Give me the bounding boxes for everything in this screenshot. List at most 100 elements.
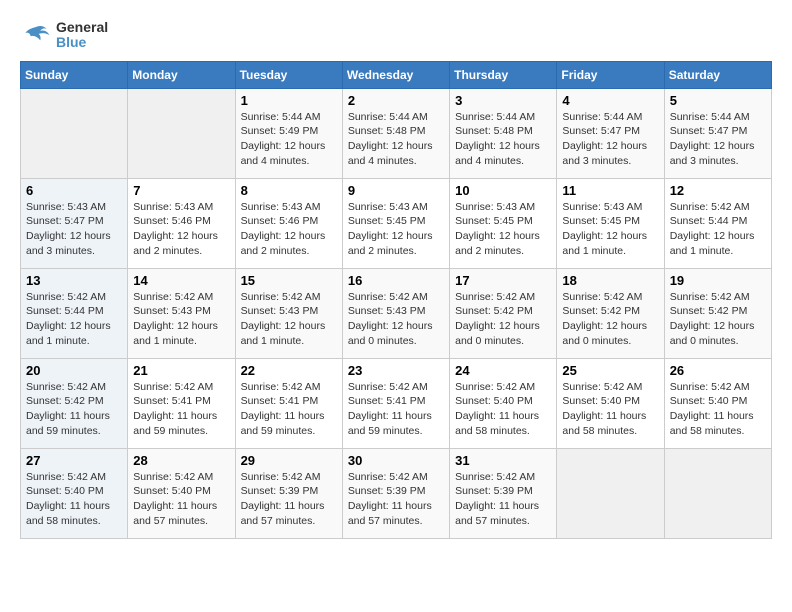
day-info: Sunrise: 5:42 AM Sunset: 5:42 PM Dayligh…: [670, 290, 766, 349]
day-info: Sunrise: 5:44 AM Sunset: 5:48 PM Dayligh…: [348, 110, 444, 169]
day-info: Sunrise: 5:43 AM Sunset: 5:46 PM Dayligh…: [133, 200, 229, 259]
day-number: 20: [26, 363, 122, 378]
calendar-cell: 22 Sunrise: 5:42 AM Sunset: 5:41 PM Dayli…: [235, 358, 342, 448]
day-number: 8: [241, 183, 337, 198]
calendar-cell: 27 Sunrise: 5:42 AM Sunset: 5:40 PM Dayli…: [21, 448, 128, 538]
calendar-cell: 6 Sunrise: 5:43 AM Sunset: 5:47 PM Daylig…: [21, 178, 128, 268]
calendar-cell: 7 Sunrise: 5:43 AM Sunset: 5:46 PM Daylig…: [128, 178, 235, 268]
calendar-cell: 30 Sunrise: 5:42 AM Sunset: 5:39 PM Dayli…: [342, 448, 449, 538]
calendar-cell: 23 Sunrise: 5:42 AM Sunset: 5:41 PM Dayli…: [342, 358, 449, 448]
day-number: 25: [562, 363, 658, 378]
day-number: 12: [670, 183, 766, 198]
day-info: Sunrise: 5:42 AM Sunset: 5:40 PM Dayligh…: [133, 470, 229, 529]
day-number: 2: [348, 93, 444, 108]
day-number: 30: [348, 453, 444, 468]
calendar-cell: 9 Sunrise: 5:43 AM Sunset: 5:45 PM Daylig…: [342, 178, 449, 268]
day-number: 21: [133, 363, 229, 378]
day-info: Sunrise: 5:43 AM Sunset: 5:45 PM Dayligh…: [455, 200, 551, 259]
day-number: 18: [562, 273, 658, 288]
logo: General Blue: [20, 20, 108, 51]
calendar-cell: 28 Sunrise: 5:42 AM Sunset: 5:40 PM Dayli…: [128, 448, 235, 538]
calendar-body: 1 Sunrise: 5:44 AM Sunset: 5:49 PM Daylig…: [21, 88, 772, 538]
day-info: Sunrise: 5:42 AM Sunset: 5:42 PM Dayligh…: [26, 380, 122, 439]
day-info: Sunrise: 5:44 AM Sunset: 5:47 PM Dayligh…: [562, 110, 658, 169]
page-header: General Blue: [20, 20, 772, 51]
calendar-cell: 15Sunrise: 5:42 AM Sunset: 5:43 PM Dayli…: [235, 268, 342, 358]
day-number: 23: [348, 363, 444, 378]
day-number: 26: [670, 363, 766, 378]
weekday-header-friday: Friday: [557, 61, 664, 88]
calendar-cell: [557, 448, 664, 538]
calendar-cell: 19 Sunrise: 5:42 AM Sunset: 5:42 PM Dayli…: [664, 268, 771, 358]
day-info: Sunrise: 5:43 AM Sunset: 5:47 PM Dayligh…: [26, 200, 122, 259]
day-info: Sunrise: 5:42 AM Sunset: 5:41 PM Dayligh…: [241, 380, 337, 439]
day-number: 16: [348, 273, 444, 288]
day-number: 6: [26, 183, 122, 198]
calendar-cell: 3Sunrise: 5:44 AM Sunset: 5:48 PM Daylig…: [450, 88, 557, 178]
calendar-cell: 14 Sunrise: 5:42 AM Sunset: 5:43 PM Dayli…: [128, 268, 235, 358]
day-info: Sunrise: 5:42 AM Sunset: 5:42 PM Dayligh…: [562, 290, 658, 349]
calendar-cell: 12 Sunrise: 5:42 AM Sunset: 5:44 PM Dayli…: [664, 178, 771, 268]
calendar-cell: 26Sunrise: 5:42 AM Sunset: 5:40 PM Dayli…: [664, 358, 771, 448]
day-number: 10: [455, 183, 551, 198]
day-number: 4: [562, 93, 658, 108]
calendar-cell: [664, 448, 771, 538]
day-info: Sunrise: 5:42 AM Sunset: 5:40 PM Dayligh…: [455, 380, 551, 439]
day-number: 24: [455, 363, 551, 378]
calendar-cell: 16Sunrise: 5:42 AM Sunset: 5:43 PM Dayli…: [342, 268, 449, 358]
day-info: Sunrise: 5:42 AM Sunset: 5:41 PM Dayligh…: [348, 380, 444, 439]
calendar-cell: 2 Sunrise: 5:44 AM Sunset: 5:48 PM Daylig…: [342, 88, 449, 178]
day-info: Sunrise: 5:42 AM Sunset: 5:41 PM Dayligh…: [133, 380, 229, 439]
day-number: 14: [133, 273, 229, 288]
calendar-cell: 8 Sunrise: 5:43 AM Sunset: 5:46 PM Daylig…: [235, 178, 342, 268]
day-number: 7: [133, 183, 229, 198]
day-info: Sunrise: 5:44 AM Sunset: 5:47 PM Dayligh…: [670, 110, 766, 169]
calendar-cell: 18 Sunrise: 5:42 AM Sunset: 5:42 PM Dayli…: [557, 268, 664, 358]
day-info: Sunrise: 5:42 AM Sunset: 5:39 PM Dayligh…: [455, 470, 551, 529]
weekday-header-monday: Monday: [128, 61, 235, 88]
day-number: 27: [26, 453, 122, 468]
day-info: Sunrise: 5:43 AM Sunset: 5:46 PM Dayligh…: [241, 200, 337, 259]
weekday-header-row: SundayMondayTuesdayWednesdayThursdayFrid…: [21, 61, 772, 88]
calendar-cell: 13Sunrise: 5:42 AM Sunset: 5:44 PM Dayli…: [21, 268, 128, 358]
weekday-header-thursday: Thursday: [450, 61, 557, 88]
calendar-week-3: 13Sunrise: 5:42 AM Sunset: 5:44 PM Dayli…: [21, 268, 772, 358]
calendar-cell: 20 Sunrise: 5:42 AM Sunset: 5:42 PM Dayli…: [21, 358, 128, 448]
calendar-week-1: 1 Sunrise: 5:44 AM Sunset: 5:49 PM Daylig…: [21, 88, 772, 178]
calendar-cell: 1 Sunrise: 5:44 AM Sunset: 5:49 PM Daylig…: [235, 88, 342, 178]
weekday-header-tuesday: Tuesday: [235, 61, 342, 88]
day-number: 3: [455, 93, 551, 108]
day-info: Sunrise: 5:42 AM Sunset: 5:40 PM Dayligh…: [562, 380, 658, 439]
weekday-header-saturday: Saturday: [664, 61, 771, 88]
day-info: Sunrise: 5:42 AM Sunset: 5:44 PM Dayligh…: [670, 200, 766, 259]
day-number: 19: [670, 273, 766, 288]
day-number: 17: [455, 273, 551, 288]
day-info: Sunrise: 5:43 AM Sunset: 5:45 PM Dayligh…: [562, 200, 658, 259]
day-info: Sunrise: 5:42 AM Sunset: 5:43 PM Dayligh…: [133, 290, 229, 349]
day-number: 31: [455, 453, 551, 468]
calendar-cell: 10 Sunrise: 5:43 AM Sunset: 5:45 PM Dayli…: [450, 178, 557, 268]
day-number: 13: [26, 273, 122, 288]
day-info: Sunrise: 5:44 AM Sunset: 5:49 PM Dayligh…: [241, 110, 337, 169]
day-number: 22: [241, 363, 337, 378]
calendar-cell: 29 Sunrise: 5:42 AM Sunset: 5:39 PM Dayli…: [235, 448, 342, 538]
day-info: Sunrise: 5:42 AM Sunset: 5:39 PM Dayligh…: [348, 470, 444, 529]
day-info: Sunrise: 5:42 AM Sunset: 5:43 PM Dayligh…: [241, 290, 337, 349]
calendar-cell: [21, 88, 128, 178]
calendar-table: SundayMondayTuesdayWednesdayThursdayFrid…: [20, 61, 772, 539]
calendar-cell: 21 Sunrise: 5:42 AM Sunset: 5:41 PM Dayli…: [128, 358, 235, 448]
day-number: 29: [241, 453, 337, 468]
day-number: 5: [670, 93, 766, 108]
calendar-week-2: 6 Sunrise: 5:43 AM Sunset: 5:47 PM Daylig…: [21, 178, 772, 268]
weekday-header-wednesday: Wednesday: [342, 61, 449, 88]
day-info: Sunrise: 5:42 AM Sunset: 5:40 PM Dayligh…: [26, 470, 122, 529]
calendar-cell: 17Sunrise: 5:42 AM Sunset: 5:42 PM Dayli…: [450, 268, 557, 358]
day-number: 9: [348, 183, 444, 198]
calendar-cell: 4 Sunrise: 5:44 AM Sunset: 5:47 PM Daylig…: [557, 88, 664, 178]
day-info: Sunrise: 5:42 AM Sunset: 5:39 PM Dayligh…: [241, 470, 337, 529]
day-info: Sunrise: 5:43 AM Sunset: 5:45 PM Dayligh…: [348, 200, 444, 259]
day-number: 1: [241, 93, 337, 108]
calendar-cell: 31 Sunrise: 5:42 AM Sunset: 5:39 PM Dayli…: [450, 448, 557, 538]
calendar-cell: 25 Sunrise: 5:42 AM Sunset: 5:40 PM Dayli…: [557, 358, 664, 448]
day-number: 28: [133, 453, 229, 468]
